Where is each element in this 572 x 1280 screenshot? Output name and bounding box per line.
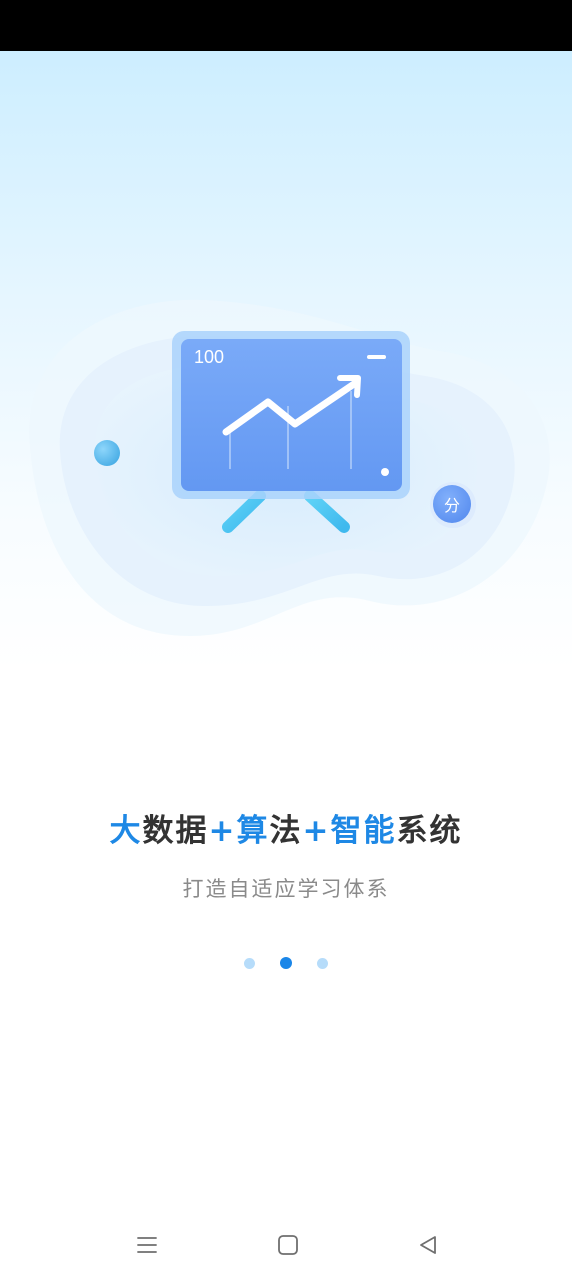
- subtitle: 打造自适应学习体系: [182, 877, 390, 901]
- score-badge: 分: [430, 482, 476, 528]
- page-dot-1[interactable]: [244, 957, 255, 969]
- headline-part-3: +算: [208, 813, 270, 849]
- headline-part-2: 数据: [142, 813, 209, 849]
- page-dot-2-active[interactable]: [280, 957, 292, 969]
- board-value: 100: [194, 347, 224, 367]
- back-icon: [420, 1236, 436, 1254]
- menu-icon: [137, 1237, 157, 1253]
- status-bar: [0, 0, 572, 51]
- home-icon: [278, 1235, 298, 1255]
- score-badge-label: 分: [444, 496, 460, 515]
- board-dot: [381, 468, 389, 476]
- headline-part-4: 法: [269, 813, 303, 849]
- home-button[interactable]: [258, 1215, 318, 1275]
- headline-part-1: 大: [109, 813, 143, 849]
- onboarding-page: 100 分: [0, 51, 572, 1280]
- headline-part-6: 系统: [396, 813, 463, 849]
- headline-part-5: +智能: [302, 813, 397, 849]
- page-dot-3[interactable]: [317, 957, 328, 969]
- growth-chart-illustration: 100 分: [29, 299, 550, 636]
- menu-button[interactable]: [117, 1215, 177, 1275]
- decorative-ball: [94, 440, 120, 466]
- page-indicator: [0, 956, 572, 970]
- system-nav-bar: [0, 1215, 572, 1275]
- back-button[interactable]: [398, 1215, 458, 1275]
- headline: 大数据+算法+智能系统: [0, 805, 572, 850]
